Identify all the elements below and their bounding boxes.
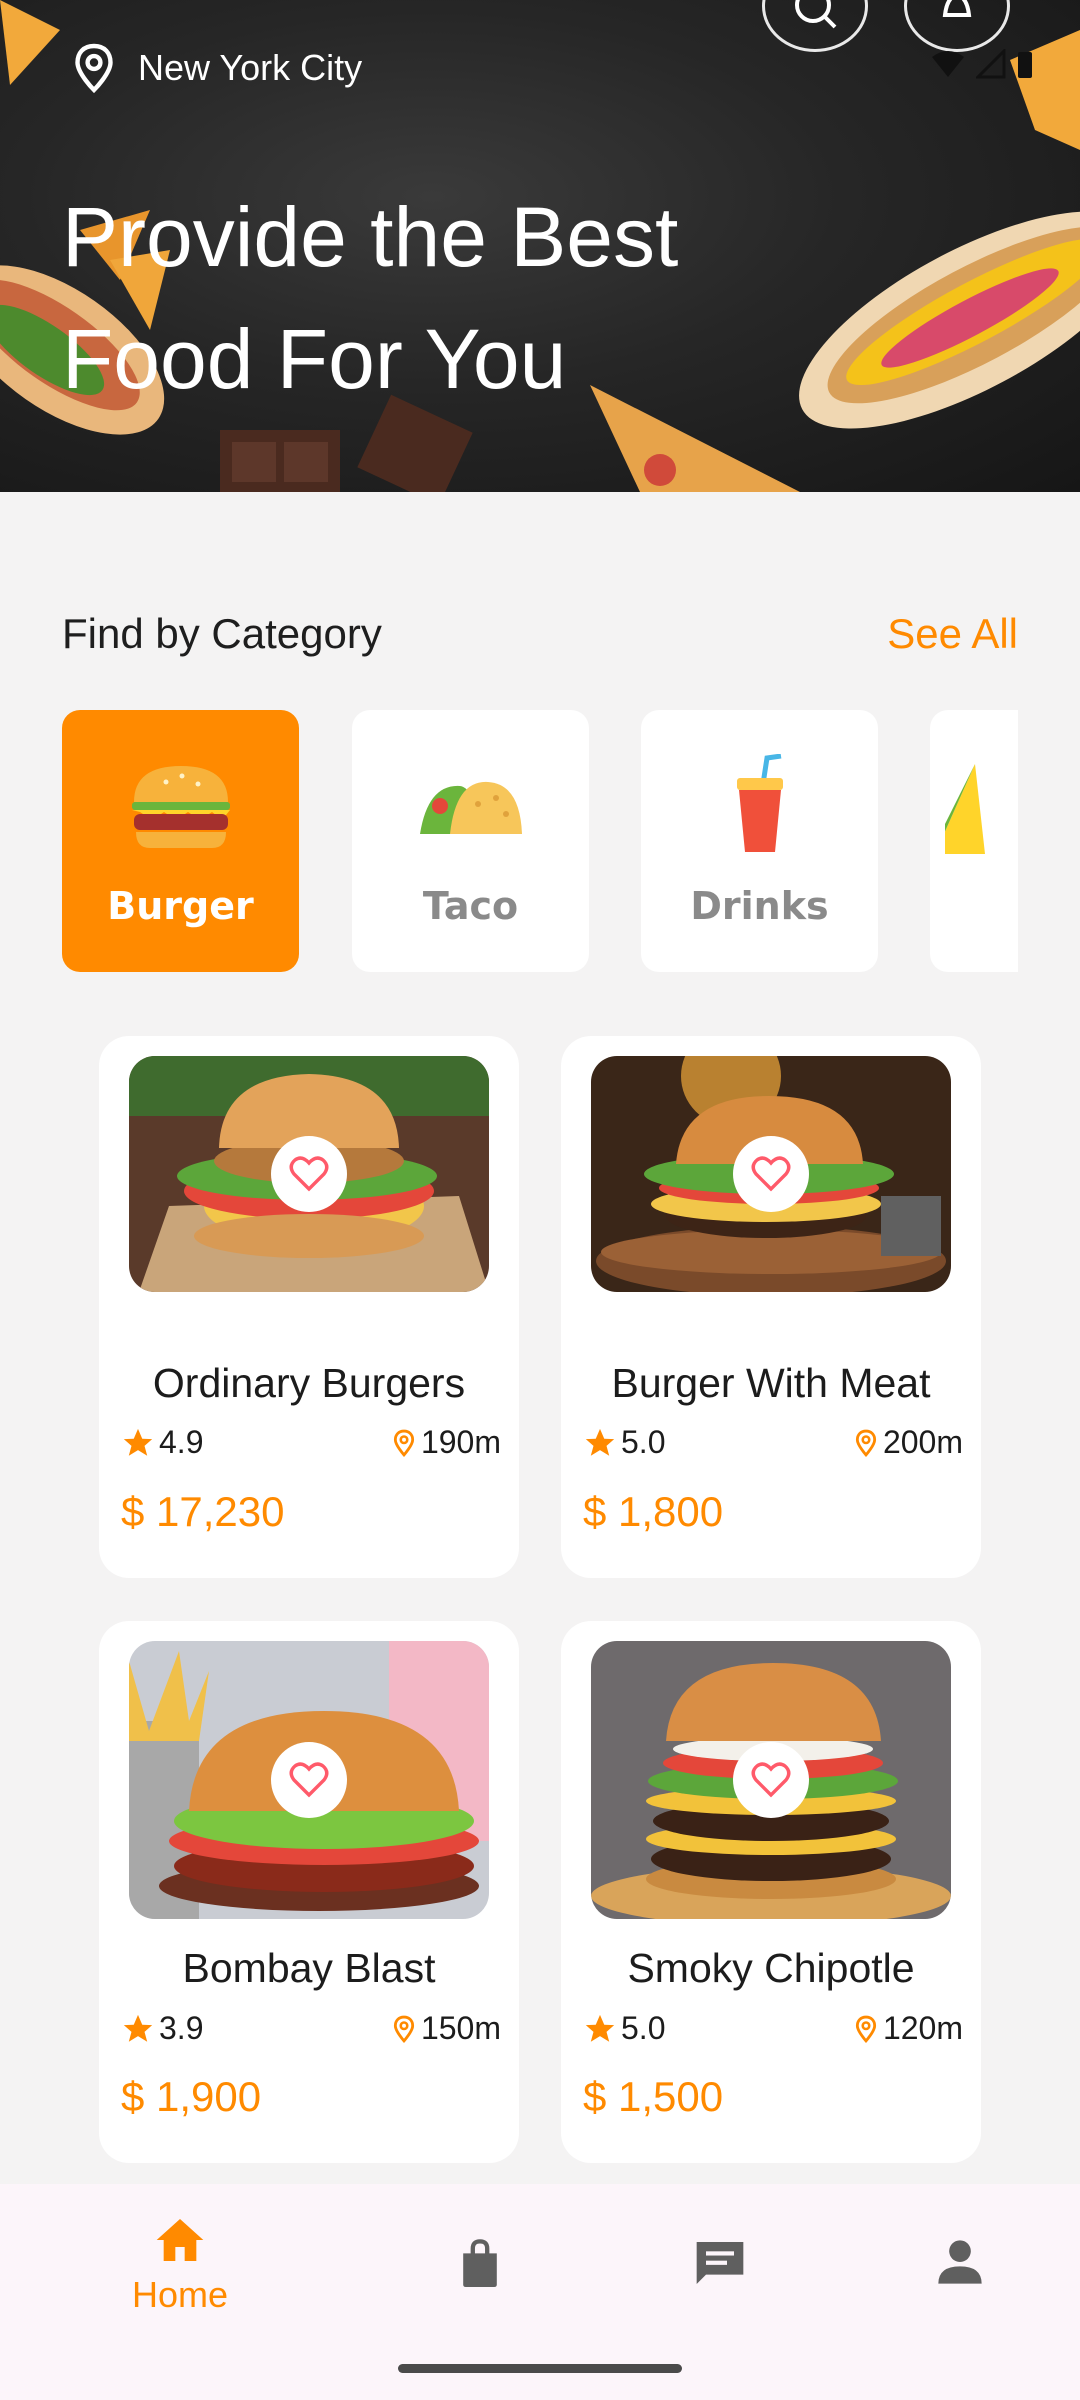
wifi-icon (932, 51, 964, 77)
distance: 150m (391, 2010, 501, 2047)
distance-value: 150m (420, 2010, 501, 2046)
hero-title: Provide the Best Food For You (62, 176, 678, 420)
home-indicator (398, 2364, 682, 2373)
favorite-button[interactable] (271, 1742, 347, 1818)
distance: 120m (853, 2010, 963, 2047)
favorite-button[interactable] (733, 1136, 809, 1212)
signal-icon (976, 49, 1006, 79)
taco-icon (419, 781, 522, 834)
search-button[interactable] (762, 0, 868, 52)
nav-profile[interactable] (870, 2236, 1050, 2288)
status-bar-icons (930, 48, 1034, 80)
rating: 5.0 (583, 1424, 665, 1461)
notification-button[interactable] (904, 0, 1010, 52)
rating-value: 5.0 (621, 1424, 666, 1460)
nav-home[interactable]: Home (90, 2214, 270, 2316)
product-price: $ 1,500 (583, 2073, 724, 2120)
distance: 200m (853, 1424, 963, 1461)
category-taco[interactable]: Taco (352, 710, 589, 972)
heart-icon (289, 1156, 329, 1192)
favorite-button[interactable] (733, 1742, 809, 1818)
map-pin-icon (393, 2015, 415, 2043)
battery-icon (1018, 52, 1032, 78)
distance-value: 120m (882, 2010, 963, 2046)
burger-icon (131, 766, 230, 848)
product-price: $ 1,900 (121, 2073, 262, 2120)
rating: 4.9 (121, 1424, 203, 1461)
category-label: Taco (422, 884, 519, 928)
chat-icon (696, 2242, 744, 2284)
product-name: Ordinary Burgers (152, 1360, 466, 1406)
product-card[interactable]: Bombay Blast 3.9 150m $ 1,900 (99, 1621, 519, 2163)
product-name: Burger With Meat (611, 1360, 931, 1406)
category-header: Find by Category See All (62, 610, 1018, 658)
heart-icon (289, 1762, 329, 1798)
category-drinks[interactable]: Drinks (641, 710, 878, 972)
product-meta: 5.0 200m (583, 1424, 963, 1461)
product-card[interactable]: Smoky Chipotle 5.0 120m $ 1,500 (561, 1621, 981, 2163)
heart-icon (751, 1156, 791, 1192)
see-all-link[interactable]: See All (887, 610, 1018, 658)
pizza-icon (945, 764, 985, 854)
rating: 5.0 (583, 2010, 665, 2047)
rating-value: 5.0 (621, 2010, 666, 2046)
product-meta: 4.9 190m (121, 1424, 501, 1461)
bell-icon (942, 0, 972, 17)
category-title: Find by Category (62, 610, 382, 657)
map-pin-icon (855, 1429, 877, 1457)
rating-value: 3.9 (159, 2010, 204, 2046)
product-price: $ 17,230 (121, 1488, 285, 1535)
category-list: Burger Taco Drinks P (62, 710, 1018, 972)
rating: 3.9 (121, 2010, 203, 2047)
nav-messages[interactable] (630, 2236, 810, 2290)
nav-home-label: Home (131, 2274, 229, 2315)
bag-icon (463, 2239, 497, 2287)
distance-value: 190m (420, 1424, 501, 1460)
heart-icon (751, 1762, 791, 1798)
distance: 190m (391, 1424, 501, 1461)
person-icon (938, 2240, 982, 2284)
distance-value: 200m (882, 1424, 963, 1460)
product-image (591, 1056, 951, 1292)
map-pin-icon (855, 2015, 877, 2043)
nav-orders[interactable] (390, 2236, 570, 2290)
star-icon (585, 2014, 615, 2042)
map-pin-icon (75, 43, 113, 94)
product-price: $ 1,800 (583, 1488, 724, 1535)
hero-title-line2: Food For You (62, 312, 567, 406)
location-selector[interactable]: New York City (72, 42, 362, 94)
star-icon (123, 2014, 153, 2042)
star-icon (585, 1428, 615, 1456)
category-partial[interactable]: P (930, 710, 1018, 972)
product-image (129, 1056, 489, 1292)
product-image (591, 1641, 951, 1919)
product-name: Smoky Chipotle (627, 1945, 915, 1991)
hero-title-line1: Provide the Best (62, 190, 679, 284)
product-meta: 3.9 150m (121, 2010, 501, 2047)
map-pin-icon (393, 1429, 415, 1457)
search-icon (795, 0, 837, 29)
favorite-button[interactable] (271, 1136, 347, 1212)
product-image (129, 1641, 489, 1919)
product-meta: 5.0 120m (583, 2010, 963, 2047)
category-label: Drinks (690, 884, 829, 928)
product-name: Bombay Blast (182, 1945, 436, 1991)
star-icon (123, 1428, 153, 1456)
hero-banner: New York City Provide the Best Food For … (0, 0, 1080, 492)
location-label: New York City (138, 47, 363, 88)
rating-value: 4.9 (159, 1424, 204, 1460)
category-label: Burger (107, 884, 254, 928)
category-burger[interactable]: Burger (62, 710, 299, 972)
product-card[interactable]: Ordinary Burgers 4.9 190m $ 17,230 (99, 1036, 519, 1578)
drink-icon (736, 754, 783, 852)
home-icon (156, 2219, 204, 2261)
product-card[interactable]: Burger With Meat 5.0 200m $ 1,800 (561, 1036, 981, 1578)
